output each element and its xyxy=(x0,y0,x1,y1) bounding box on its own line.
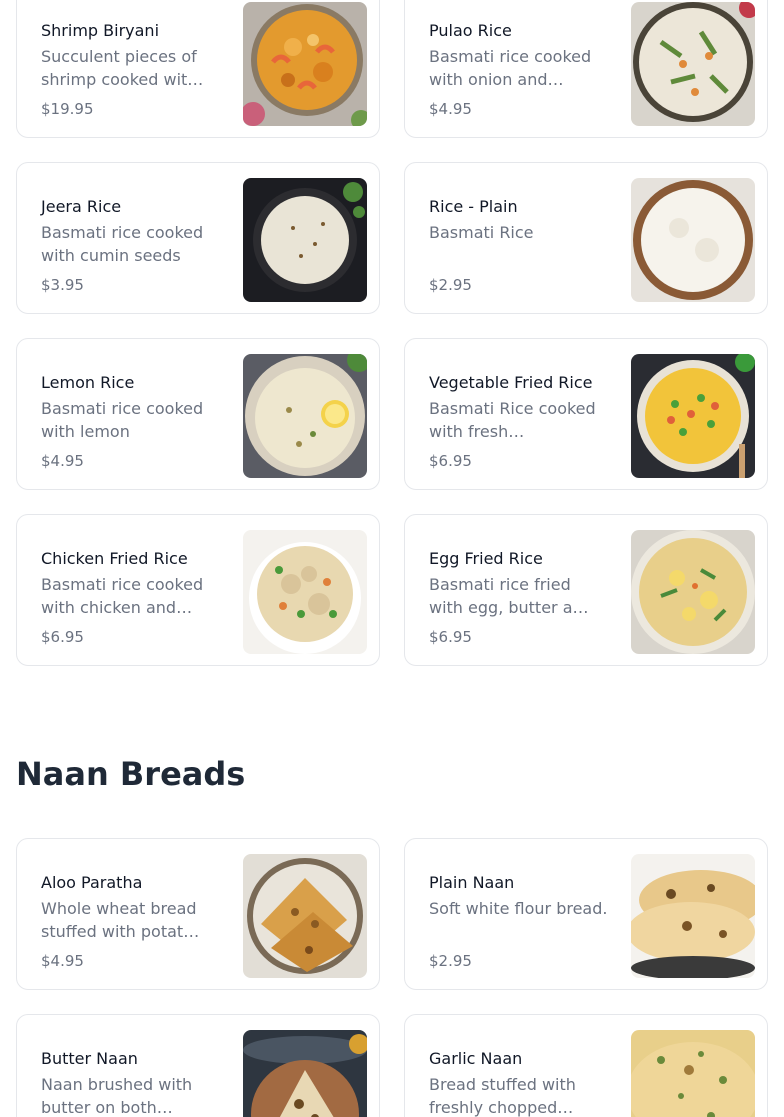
rice-items-grid: Shrimp Biryani Succulent pieces of shrim… xyxy=(16,0,768,666)
menu-item-description: Succulent pieces of shrimp cooked wit… xyxy=(41,47,204,89)
menu-item-description: Basmati Rice cooked with fresh… xyxy=(429,399,596,441)
menu-item-description: Basmati rice cooked with lemon xyxy=(41,399,204,441)
menu-item-description: Soft white flour bread. xyxy=(429,899,608,918)
menu-item-description: Basmati rice fried with egg, butter a… xyxy=(429,575,589,617)
menu-item-info: Egg Fried Rice Basmati rice fried with e… xyxy=(429,549,609,647)
menu-item-name: Aloo Paratha xyxy=(41,873,143,892)
menu-item-card[interactable]: Chicken Fried Rice Basmati rice cooked w… xyxy=(16,514,380,666)
menu-item-name: Egg Fried Rice xyxy=(429,549,543,568)
jeera-rice-image xyxy=(243,178,367,302)
menu-item-card[interactable]: Lemon Rice Basmati rice cooked with lemo… xyxy=(16,338,380,490)
menu-item-info: Chicken Fried Rice Basmati rice cooked w… xyxy=(41,549,221,647)
menu-item-info: Aloo Paratha Whole wheat bread stuffed w… xyxy=(41,873,221,971)
menu-item-price: $6.95 xyxy=(41,628,84,646)
menu-item-card[interactable]: Egg Fried Rice Basmati rice fried with e… xyxy=(404,514,768,666)
menu-item-card[interactable]: Shrimp Biryani Succulent pieces of shrim… xyxy=(16,0,380,138)
menu-item-card[interactable]: Jeera Rice Basmati rice cooked with cumi… xyxy=(16,162,380,314)
menu-item-description: Basmati Rice xyxy=(429,223,534,242)
vegetable-fried-rice-image xyxy=(631,354,755,478)
menu-item-name: Chicken Fried Rice xyxy=(41,549,188,568)
menu-item-info: Lemon Rice Basmati rice cooked with lemo… xyxy=(41,373,221,471)
menu-item-price: $4.95 xyxy=(429,100,472,118)
menu-item-description: Naan brushed with butter on both… xyxy=(41,1075,193,1117)
menu-item-price: $3.95 xyxy=(41,276,84,294)
menu-item-price: $2.95 xyxy=(429,276,472,294)
menu-item-price: $6.95 xyxy=(429,452,472,470)
menu-item-price: $4.95 xyxy=(41,952,84,970)
egg-fried-rice-image xyxy=(631,530,755,654)
menu-item-name: Garlic Naan xyxy=(429,1049,523,1068)
naan-items-grid: Aloo Paratha Whole wheat bread stuffed w… xyxy=(16,838,768,1117)
menu-item-description: Basmati rice cooked with chicken and… xyxy=(41,575,204,617)
menu-item-name: Shrimp Biryani xyxy=(41,21,160,40)
menu-item-card[interactable]: Rice - Plain Basmati Rice $2.95 xyxy=(404,162,768,314)
plain-rice-image xyxy=(631,178,755,302)
menu-item-card[interactable]: Garlic Naan Bread stuffed with freshly c… xyxy=(404,1014,768,1117)
menu-item-card[interactable]: Vegetable Fried Rice Basmati Rice cooked… xyxy=(404,338,768,490)
menu-item-name: Pulao Rice xyxy=(429,21,512,40)
menu-item-card[interactable]: Butter Naan Naan brushed with butter on … xyxy=(16,1014,380,1117)
menu-item-card[interactable]: Plain Naan Soft white flour bread. $2.95 xyxy=(404,838,768,990)
menu-item-price: $2.95 xyxy=(429,952,472,970)
menu-item-price: $4.95 xyxy=(41,452,84,470)
menu-item-price: $19.95 xyxy=(41,100,94,118)
menu-item-name: Butter Naan xyxy=(41,1049,138,1068)
menu-item-info: Butter Naan Naan brushed with butter on … xyxy=(41,1049,221,1117)
menu-item-price: $6.95 xyxy=(429,628,472,646)
menu-item-info: Jeera Rice Basmati rice cooked with cumi… xyxy=(41,197,221,295)
menu-item-description: Bread stuffed with freshly chopped… xyxy=(429,1075,576,1117)
menu-item-name: Plain Naan xyxy=(429,873,515,892)
pulao-rice-image xyxy=(631,2,755,126)
lemon-rice-image xyxy=(243,354,367,478)
menu-item-card[interactable]: Aloo Paratha Whole wheat bread stuffed w… xyxy=(16,838,380,990)
butter-naan-image xyxy=(243,1030,367,1117)
menu-item-name: Jeera Rice xyxy=(41,197,122,216)
menu-item-description: Basmati rice cooked with onion and… xyxy=(429,47,592,89)
menu-item-info: Rice - Plain Basmati Rice $2.95 xyxy=(429,197,609,295)
menu-item-name: Rice - Plain xyxy=(429,197,518,216)
menu-item-card[interactable]: Pulao Rice Basmati rice cooked with onio… xyxy=(404,0,768,138)
menu-item-name: Lemon Rice xyxy=(41,373,135,392)
menu-item-info: Garlic Naan Bread stuffed with freshly c… xyxy=(429,1049,609,1117)
menu-page: Shrimp Biryani Succulent pieces of shrim… xyxy=(0,0,784,1117)
aloo-paratha-image xyxy=(243,854,367,978)
plain-naan-image xyxy=(631,854,755,978)
menu-item-description: Basmati rice cooked with cumin seeds xyxy=(41,223,204,265)
menu-item-info: Vegetable Fried Rice Basmati Rice cooked… xyxy=(429,373,609,471)
menu-item-info: Plain Naan Soft white flour bread. $2.95 xyxy=(429,873,609,971)
chicken-fried-rice-image xyxy=(243,530,367,654)
section-title-naan-breads: Naan Breads xyxy=(16,755,246,793)
menu-item-info: Shrimp Biryani Succulent pieces of shrim… xyxy=(41,21,221,119)
menu-item-description: Whole wheat bread stuffed with potat… xyxy=(41,899,200,941)
menu-item-info: Pulao Rice Basmati rice cooked with onio… xyxy=(429,21,609,119)
menu-item-name: Vegetable Fried Rice xyxy=(429,373,593,392)
shrimp-biryani-image xyxy=(243,2,367,126)
garlic-naan-image xyxy=(631,1030,755,1117)
